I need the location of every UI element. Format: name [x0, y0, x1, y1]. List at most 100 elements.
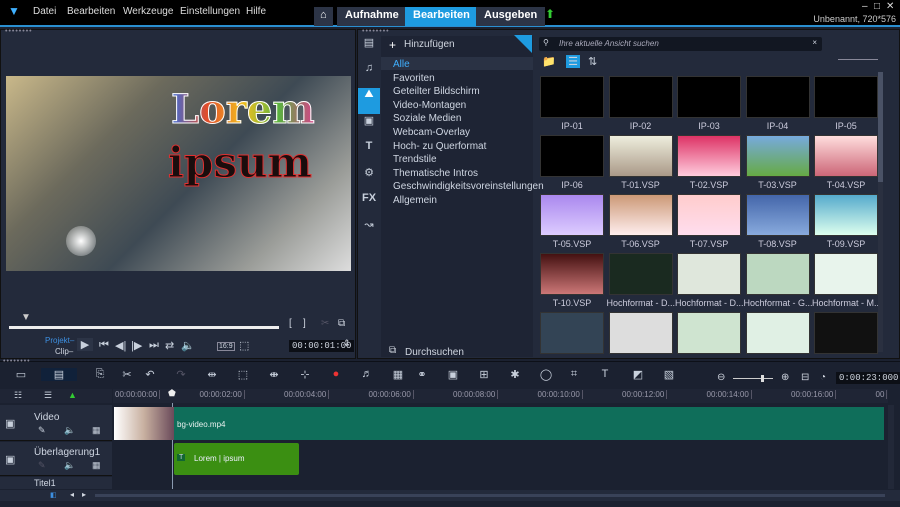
menu-hilfe[interactable]: Hilfe [246, 6, 266, 17]
mark-in-button[interactable]: [ [289, 318, 292, 329]
edit-icon[interactable]: ✎ [38, 460, 46, 471]
menu-datei[interactable]: Datei [33, 6, 56, 17]
zoom-slider[interactable] [733, 375, 773, 382]
tab-bearbeiten[interactable]: Bearbeiten [405, 7, 478, 26]
library-thumbnail[interactable] [814, 312, 878, 354]
copy-attributes-icon[interactable]: ⎘ [91, 368, 109, 381]
fit-icon[interactable]: ⇹ [203, 368, 221, 381]
category-item[interactable]: Allgemein [393, 195, 437, 206]
library-thumbnail[interactable] [540, 253, 604, 295]
repeat-button[interactable]: ⇄ [165, 339, 174, 352]
mute-icon[interactable]: 🔈 [64, 460, 75, 471]
library-thumbnail[interactable] [608, 76, 673, 118]
mark-out-button[interactable]: ] [303, 318, 306, 329]
video-preview[interactable]: Lorem ipsum [6, 76, 351, 271]
ripple-icon[interactable]: ▦ [92, 425, 101, 436]
library-scrollbar[interactable] [878, 72, 883, 352]
library-thumbnail[interactable] [745, 135, 810, 177]
panel-grip[interactable]: •••••••• [5, 28, 33, 35]
go-start-button[interactable]: ⏮ [99, 339, 109, 352]
tab-aufnahme[interactable]: Aufnahme [337, 7, 407, 26]
timeline-vertical-scrollbar[interactable] [888, 405, 894, 489]
aspect-ratio-button[interactable]: 16:9 [217, 342, 235, 351]
undo-icon[interactable]: ↶ [141, 368, 159, 381]
library-thumbnail[interactable] [814, 253, 878, 295]
folder-icon[interactable]: 📁 [542, 55, 556, 68]
library-thumbnail[interactable] [677, 135, 741, 177]
graphics-icon[interactable]: ⚙ [358, 166, 380, 192]
menu-einstellungen[interactable]: Einstellungen [180, 6, 240, 17]
library-thumbnail[interactable] [677, 76, 741, 118]
library-thumbnail[interactable] [608, 253, 673, 295]
library-thumbnail[interactable] [608, 194, 673, 236]
category-item[interactable]: Favoriten [393, 73, 435, 84]
media-icon[interactable]: ▤ [358, 36, 380, 62]
redo-icon[interactable]: ↷ [172, 368, 190, 381]
view-list-icon[interactable]: ☰ [566, 55, 580, 68]
next-frame-button[interactable]: |▶ [131, 339, 142, 352]
split-screen-icon[interactable]: ◩ [629, 368, 647, 381]
3d-title-icon[interactable]: T [596, 368, 614, 380]
motion-tracking-icon[interactable]: ✱ [506, 368, 524, 381]
chapter-icon[interactable]: ☰ [44, 390, 52, 401]
library-thumbnail[interactable] [745, 76, 810, 118]
library-thumbnail[interactable] [608, 135, 673, 177]
thumbnail-size-slider[interactable] [838, 59, 878, 60]
maximize-button[interactable]: □ [874, 1, 880, 12]
library-thumbnail[interactable] [814, 76, 878, 118]
enlarge-preview-icon[interactable]: ⧉ [338, 318, 345, 329]
search-input[interactable]: ⚲ Ihre aktuelle Ansicht suchen × [539, 37, 822, 51]
path-icon[interactable]: ↝ [358, 218, 380, 244]
auto-music-icon[interactable]: ▦ [389, 368, 407, 381]
add-button[interactable]: Hinzufügen [404, 39, 455, 50]
library-thumbnail[interactable] [540, 76, 604, 118]
go-end-button[interactable]: ⏭ [149, 339, 159, 352]
transition-icon[interactable]: ▣ [358, 114, 380, 140]
video-clip[interactable]: bg-video.mp4 [174, 407, 884, 440]
add-marker-icon[interactable]: ▲ [68, 390, 77, 400]
sort-icon[interactable]: ⇅ [588, 55, 597, 68]
category-item[interactable]: Trendstile [393, 154, 437, 165]
library-thumbnail[interactable] [814, 194, 878, 236]
prev-frame-button[interactable]: ◀| [115, 339, 126, 352]
mode-project[interactable]: Projekt– [45, 336, 74, 345]
storyboard-view-icon[interactable]: ▭ [12, 368, 30, 381]
subtitle-icon[interactable]: ▣ [444, 368, 462, 381]
category-item[interactable]: Alle [393, 59, 410, 70]
timeline-grip[interactable]: •••••••• [3, 358, 31, 365]
record-icon[interactable]: ● [327, 368, 345, 380]
play-button[interactable]: ▶ [77, 338, 93, 351]
minimize-button[interactable]: – [862, 1, 868, 12]
fit-project-icon[interactable]: ⊟ [801, 372, 809, 383]
template-icon[interactable]: ▧ [660, 368, 678, 381]
stabilize-icon[interactable]: ⌗ [565, 368, 583, 381]
category-item[interactable]: Soziale Medien [393, 113, 461, 124]
zoom-in-icon[interactable]: ⊕ [781, 372, 789, 383]
audio-mixer-icon[interactable]: ♬ [358, 368, 376, 380]
snapshot-icon[interactable]: ⬚ [234, 368, 252, 381]
library-thumbnail[interactable] [677, 312, 741, 354]
clear-search-icon[interactable]: × [812, 38, 817, 47]
playhead-handle[interactable]: ⬟ [168, 388, 176, 399]
library-thumbnail[interactable] [814, 135, 878, 177]
scroll-right-icon[interactable]: ▸ [82, 490, 86, 499]
motion-icon[interactable]: ⚭ [413, 368, 431, 381]
library-thumbnail[interactable] [745, 312, 810, 354]
volume-icon[interactable]: 🔈 [181, 339, 195, 352]
category-item[interactable]: Geteilter Bildschirm [393, 86, 480, 97]
audio-icon[interactable]: ♫ [358, 62, 380, 88]
library-thumbnail[interactable] [677, 253, 741, 295]
library-thumbnail[interactable] [745, 194, 810, 236]
title-clip[interactable]: T Lorem | ipsum [174, 443, 299, 475]
multi-cam-icon[interactable]: ⊞ [475, 368, 493, 381]
instant-project-icon[interactable]: ⛰ [358, 88, 380, 114]
category-item[interactable]: Webcam-Overlay [393, 127, 470, 138]
scroll-left-icon[interactable]: ◂ [70, 490, 74, 499]
home-button[interactable]: ⌂ [314, 7, 333, 26]
timeline-view-icon[interactable]: ▤ [41, 368, 77, 381]
cut-icon[interactable]: ✂ [118, 368, 136, 381]
library-thumbnail[interactable] [540, 194, 604, 236]
timecode-stepper[interactable]: ⇕ [343, 338, 351, 349]
split-clip-icon[interactable]: ✂ [321, 318, 329, 329]
zoom-fit-icon[interactable]: ◧ [50, 491, 57, 499]
